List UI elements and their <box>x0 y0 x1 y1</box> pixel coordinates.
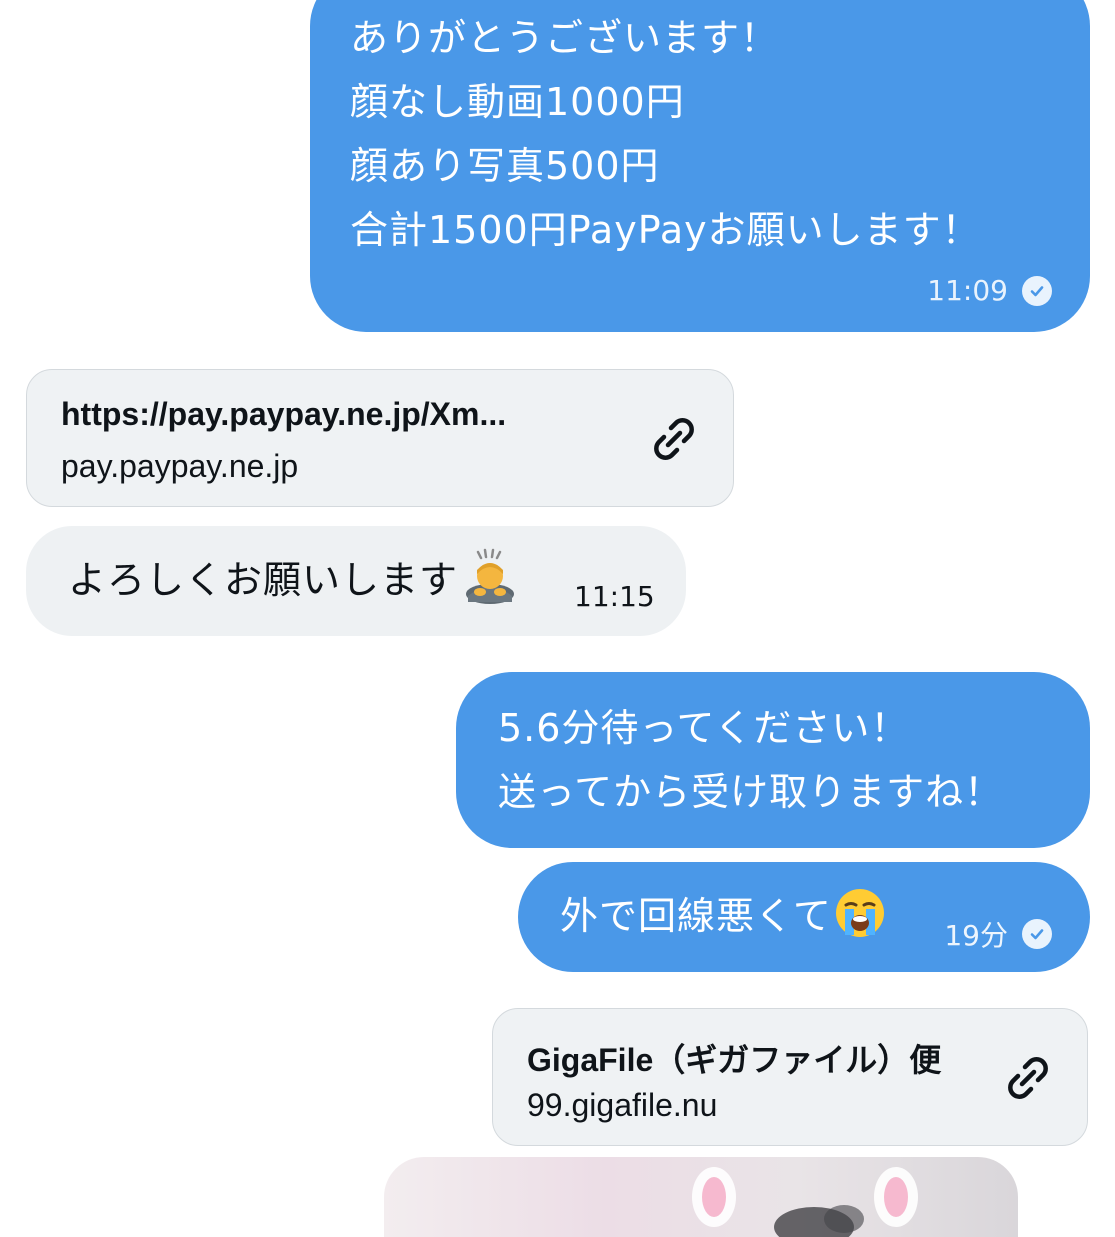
message-text-row: よろしくお願いします <box>68 548 520 612</box>
link-icon <box>654 418 694 460</box>
read-check-icon <box>1022 275 1052 306</box>
outgoing-message-bubble[interactable]: ありがとうございます！ 顔なし動画1000円 顔あり写真500円 合計1500円… <box>310 0 1090 332</box>
message-text: よろしくお願いします <box>68 558 459 602</box>
link-icon <box>1008 1057 1048 1099</box>
message-text: 外で回線悪くて <box>560 894 832 938</box>
link-title: GigaFile（ギガファイル）便 <box>527 1042 942 1078</box>
message-line: 合計1500円PayPayお願いします！ <box>350 208 981 252</box>
media-thumbnail <box>692 1167 918 1237</box>
media-preview-image[interactable] <box>384 1157 1018 1237</box>
message-line: 顔あり写真500円 <box>350 144 660 188</box>
outgoing-message-bubble[interactable]: 外で回線悪くて 19分 <box>518 862 1090 972</box>
loudly-crying-face-emoji <box>835 888 884 937</box>
link-domain: 99.gigafile.nu <box>527 1087 718 1123</box>
message-meta: 11:15 <box>574 580 655 613</box>
message-time: 11:15 <box>574 580 655 613</box>
link-domain: pay.paypay.ne.jp <box>61 448 299 484</box>
message-line: ありがとうございます！ <box>350 16 780 60</box>
message-time: 19分 <box>944 919 1008 952</box>
outgoing-message-bubble[interactable]: 5.6分待ってください！ 送ってから受け取りますね！ <box>456 672 1090 848</box>
link-title: https://pay.paypay.ne.jp/Xm... <box>61 396 507 432</box>
message-time: 11:09 <box>927 274 1008 307</box>
link-preview-card[interactable]: https://pay.paypay.ne.jp/Xm... pay.paypa… <box>26 369 734 507</box>
message-line: 5.6分待ってください！ <box>498 706 910 750</box>
message-meta: 11:09 <box>927 274 1052 307</box>
person-bowing-emoji <box>466 548 515 604</box>
incoming-message-bubble[interactable]: よろしくお願いします 11:15 <box>26 526 686 636</box>
read-check-icon <box>1022 919 1052 949</box>
message-text-row: 外で回線悪くて <box>560 884 886 948</box>
message-meta: 19分 <box>944 914 1052 954</box>
message-line: 顔なし動画1000円 <box>350 80 685 124</box>
link-preview-card[interactable]: GigaFile（ギガファイル）便 99.gigafile.nu <box>492 1008 1088 1146</box>
message-line: 送ってから受け取りますね！ <box>498 770 1004 814</box>
